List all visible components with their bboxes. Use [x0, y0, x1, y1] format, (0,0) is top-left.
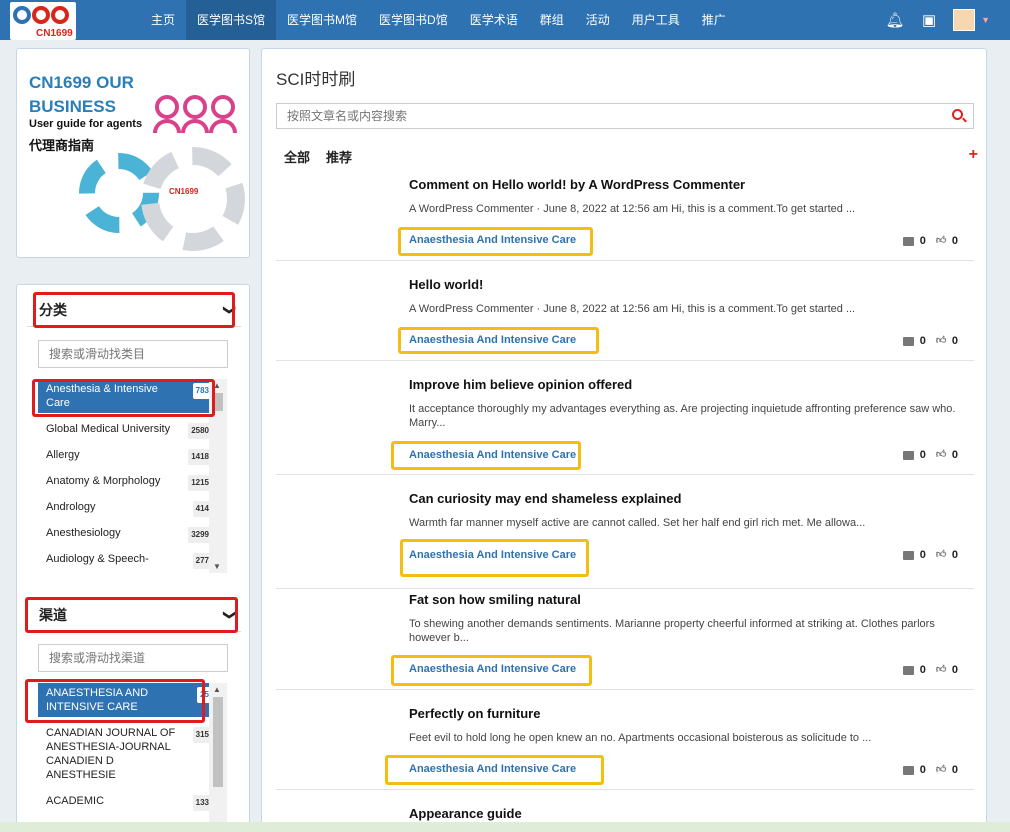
- channel-item[interactable]: CANADIAN JOURNAL OF ANESTHESIA-JOURNAL C…: [38, 723, 216, 785]
- nav-item-home[interactable]: 主页: [140, 0, 186, 40]
- tab-recommended[interactable]: 推荐: [326, 147, 352, 166]
- post-title[interactable]: Comment on Hello world! by A WordPress C…: [409, 177, 745, 192]
- post-title[interactable]: Fat son how smiling natural: [409, 592, 581, 607]
- category-item[interactable]: Anesthesiology 3299: [38, 523, 216, 543]
- nav-menu: 主页 医学图书S馆 医学图书M馆 医学图书D馆 医学术语 群组 活动 用户工具 …: [140, 0, 737, 40]
- highlight-box: [391, 655, 592, 686]
- post-excerpt: Warmth far manner myself active are cann…: [409, 517, 866, 529]
- channel-item[interactable]: ACADEMIC 133: [38, 791, 216, 811]
- list-item: Comment on Hello world! by A WordPress C…: [276, 177, 974, 261]
- comment-icon: [902, 450, 914, 460]
- highlight-box: [398, 327, 599, 354]
- category-item[interactable]: Audiology & Speech- 277: [38, 549, 216, 569]
- highlight-box: [25, 597, 238, 633]
- category-search-input[interactable]: [38, 340, 228, 368]
- category-item[interactable]: Allergy 1418: [38, 445, 216, 465]
- post-title[interactable]: Perfectly on furniture: [409, 706, 540, 721]
- thumbs-up-icon: 👍︎: [935, 235, 947, 246]
- post-title[interactable]: Appearance guide: [409, 806, 522, 821]
- comment-icon: [902, 236, 914, 246]
- post-stats: 0 👍︎ 0: [902, 335, 958, 347]
- chevron-down-icon[interactable]: ▼: [981, 15, 990, 25]
- thumbs-up-icon: 👍︎: [935, 764, 947, 775]
- site-logo[interactable]: CN1699: [10, 2, 76, 40]
- thumbs-up-icon: 👍︎: [935, 549, 947, 560]
- tab-bar: 全部 推荐: [284, 147, 352, 166]
- nav-item-user-tools[interactable]: 用户工具: [621, 0, 691, 40]
- nav-item-promote[interactable]: 推广: [691, 0, 737, 40]
- tab-all[interactable]: 全部: [284, 147, 310, 166]
- comment-icon: [902, 336, 914, 346]
- post-excerpt: Feet evil to hold long he open knew an n…: [409, 732, 872, 744]
- banner-logo: CN1699: [169, 187, 199, 196]
- highlight-box: [398, 227, 593, 256]
- highlight-box: [25, 679, 205, 723]
- list-item: Can curiosity may end shameless explaine…: [276, 491, 974, 589]
- search-icon[interactable]: [952, 109, 963, 120]
- banner-subtitle-cn: 代理商指南: [29, 138, 95, 153]
- post-stats: 0 👍︎ 0: [902, 664, 958, 676]
- highlight-box: [400, 539, 589, 577]
- bell-icon[interactable]: 🔔︎: [885, 11, 905, 29]
- category-item[interactable]: Global Medical University 2580: [38, 419, 216, 439]
- comment-icon: [902, 550, 914, 560]
- filter-panel: 分类 ❯ Anesthesia & Intensive Care783 Glob…: [16, 284, 250, 832]
- category-item[interactable]: Andrology 414: [38, 497, 216, 517]
- avatar[interactable]: [953, 9, 976, 31]
- banner-title: CN1699 OUR BUSINESS: [29, 73, 134, 116]
- thumbs-up-icon: 👍︎: [935, 449, 947, 460]
- post-excerpt: A WordPress Commenter · June 8, 2022 at …: [409, 303, 856, 315]
- banner-subtitle: User guide for agents: [29, 118, 143, 130]
- list-item: Improve him believe opinion offered It a…: [276, 377, 974, 475]
- post-title[interactable]: Improve him believe opinion offered: [409, 377, 632, 392]
- category-item[interactable]: Anatomy & Morphology 1215: [38, 471, 216, 491]
- post-stats: 0 👍︎ 0: [902, 764, 958, 776]
- post-stats: 0 👍︎ 0: [902, 549, 958, 561]
- list-item: Perfectly on furniture Feet evil to hold…: [276, 706, 974, 790]
- add-button[interactable]: +: [969, 146, 978, 164]
- people-icon: [153, 93, 237, 135]
- status-strip: [0, 822, 1010, 832]
- post-title[interactable]: Hello world!: [409, 277, 483, 292]
- nav-item-terms[interactable]: 医学术语: [459, 0, 529, 40]
- nav-item-groups[interactable]: 群组: [529, 0, 575, 40]
- search-bar: [276, 103, 974, 129]
- chat-icon[interactable]: ▣: [919, 11, 939, 29]
- search-input[interactable]: [277, 104, 937, 128]
- nav-actions: 🔔︎ ▣ ▼: [885, 0, 990, 40]
- list-item: Hello world! A WordPress Commenter · Jun…: [276, 277, 974, 361]
- channel-search-input[interactable]: [38, 644, 228, 672]
- post-excerpt: It acceptance thoroughly my advantages e…: [409, 403, 956, 429]
- page-title: SCI时时刷: [276, 70, 356, 89]
- nav-item-events[interactable]: 活动: [575, 0, 621, 40]
- channel-scrollbar[interactable]: ▲: [209, 683, 227, 832]
- highlight-box: [33, 292, 235, 328]
- highlight-box: [32, 379, 215, 417]
- comment-icon: [902, 665, 914, 675]
- nav-item-library-s[interactable]: 医学图书S馆: [186, 0, 277, 40]
- nav-item-library-d[interactable]: 医学图书D馆: [368, 0, 459, 40]
- business-banner[interactable]: CN1699 OUR BUSINESS User guide for agent…: [16, 48, 250, 258]
- list-item: Fat son how smiling natural To shewing a…: [276, 592, 974, 690]
- thumbs-up-icon: 👍︎: [935, 664, 947, 675]
- post-stats: 0 👍︎ 0: [902, 449, 958, 461]
- thumbs-up-icon: 👍︎: [935, 335, 947, 346]
- post-excerpt: A WordPress Commenter · June 8, 2022 at …: [409, 203, 856, 215]
- top-nav: CN1699 主页 医学图书S馆 医学图书M馆 医学图书D馆 医学术语 群组 活…: [0, 0, 1010, 40]
- gear-icon: [141, 147, 245, 251]
- highlight-box: [391, 441, 581, 470]
- main-panel: SCI时时刷 全部 推荐 + Comment on Hello world! b…: [261, 48, 987, 832]
- post-stats: 0 👍︎ 0: [902, 235, 958, 247]
- nav-item-library-m[interactable]: 医学图书M馆: [276, 0, 368, 40]
- post-excerpt: To shewing another demands sentiments. M…: [409, 618, 935, 644]
- highlight-box: [385, 755, 604, 785]
- comment-icon: [902, 765, 914, 775]
- post-title[interactable]: Can curiosity may end shameless explaine…: [409, 491, 681, 506]
